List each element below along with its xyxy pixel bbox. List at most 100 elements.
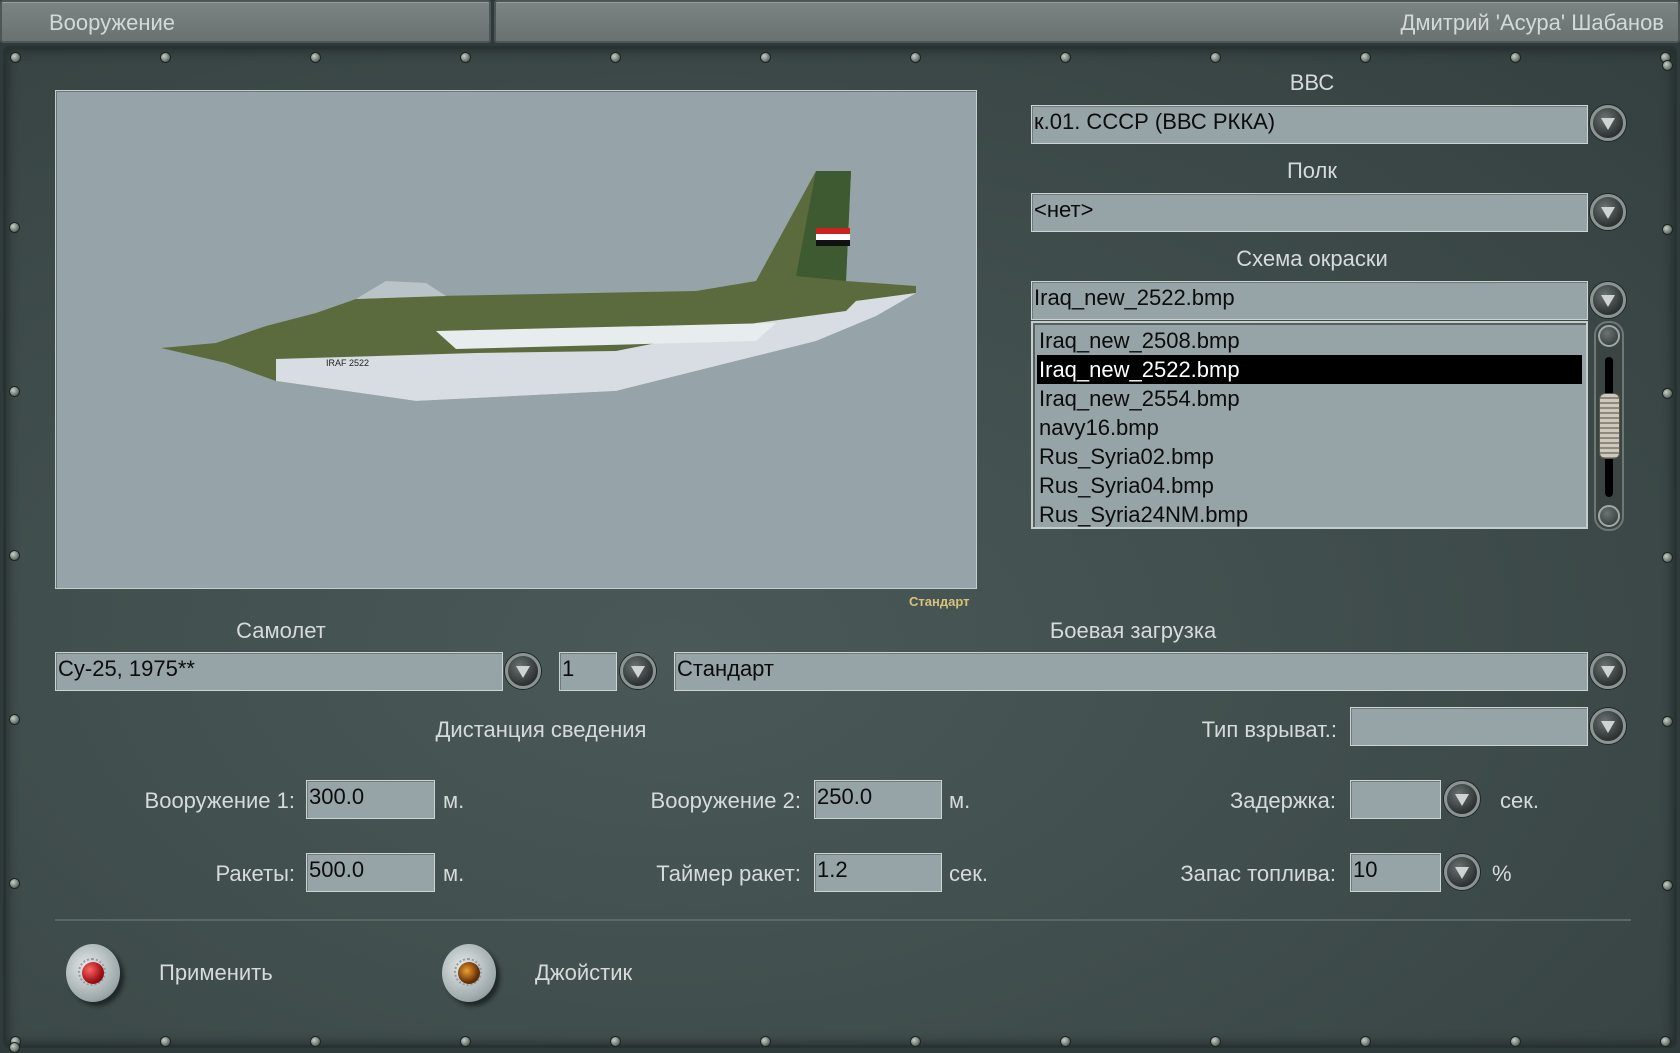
screw-icon [10, 52, 21, 63]
regiment-select[interactable]: <нет> [1031, 193, 1588, 232]
title-tab: Вооружение [0, 0, 491, 43]
regiment-dropdown-button[interactable] [1590, 194, 1626, 230]
scroll-thumb[interactable] [1599, 393, 1620, 459]
screw-icon [310, 52, 321, 63]
screw-icon [910, 1036, 921, 1047]
screw-icon [1662, 880, 1673, 891]
fuel-select[interactable]: 10 [1350, 853, 1441, 892]
user-tab: Дмитрий 'Асура' Шабанов [494, 0, 1680, 43]
screw-icon [1660, 1036, 1671, 1047]
fuel-unit: % [1492, 861, 1512, 886]
skin-list[interactable]: Iraq_new_2508.bmp Iraq_new_2522.bmp Iraq… [1031, 321, 1588, 529]
screw-icon [1662, 60, 1673, 71]
delay-label: Задержка: [1229, 788, 1336, 813]
tail-marking: IRAF 2522 [326, 358, 369, 368]
screw-icon [1662, 388, 1673, 399]
screw-icon [1060, 1036, 1071, 1047]
list-item[interactable]: Rus_Syria04.bmp [1037, 471, 1582, 500]
aircraft-label: Самолет [236, 618, 326, 643]
divider [55, 919, 1631, 921]
screw-icon [1210, 52, 1221, 63]
screw-icon [9, 550, 20, 561]
screw-icon [310, 1036, 321, 1047]
fuze-dropdown-button[interactable] [1590, 708, 1626, 744]
air-force-label: ВВС [1289, 70, 1335, 95]
fuel-dropdown-button[interactable] [1444, 854, 1480, 890]
skin-dropdown-button[interactable] [1590, 282, 1626, 318]
aircraft-count-dropdown-button[interactable] [620, 653, 656, 689]
screw-icon [160, 1036, 171, 1047]
fuel-label: Запас топлива: [1180, 861, 1336, 886]
screw-icon [1662, 552, 1673, 563]
screw-icon [9, 222, 20, 233]
screw-icon [9, 1042, 20, 1053]
screw-icon [9, 386, 20, 397]
aircraft-count-select[interactable]: 1 [559, 652, 617, 691]
screw-icon [460, 1036, 471, 1047]
screw-icon [1210, 1036, 1221, 1047]
weapon1-unit: м. [443, 788, 465, 813]
convergence-label: Дистанция сведения [435, 717, 647, 742]
air-force-select[interactable]: к.01. СССР (ВВС РККА) [1031, 105, 1588, 144]
amber-lamp-icon [458, 962, 480, 984]
rockets-unit: м. [443, 861, 465, 886]
weapon1-input[interactable]: 300.0 [306, 780, 435, 819]
aircraft-dropdown-button[interactable] [505, 653, 541, 689]
regiment-label: Полк [1286, 158, 1338, 183]
air-force-dropdown-button[interactable] [1590, 105, 1626, 141]
weapon2-input[interactable]: 250.0 [814, 780, 942, 819]
joystick-button[interactable] [442, 944, 496, 1002]
list-item-selected[interactable]: Iraq_new_2522.bmp [1037, 355, 1582, 384]
screw-icon [1510, 52, 1521, 63]
screw-icon [910, 52, 921, 63]
fuze-select[interactable] [1350, 707, 1588, 746]
skin-list-scrollbar[interactable] [1594, 321, 1624, 531]
aircraft-image: IRAF 2522 [161, 171, 916, 401]
screw-icon [9, 878, 20, 889]
list-item[interactable]: Iraq_new_2554.bmp [1037, 384, 1582, 413]
delay-unit: сек. [1500, 788, 1539, 813]
rocket-timer-input[interactable]: 1.2 [814, 853, 942, 892]
screw-icon [1662, 716, 1673, 727]
screw-icon [160, 52, 171, 63]
weapon2-label: Вооружение 2: [650, 788, 801, 813]
screw-icon [9, 714, 20, 725]
delay-select[interactable] [1350, 780, 1441, 819]
aircraft-select[interactable]: Су-25, 1975** [55, 652, 503, 691]
apply-label[interactable]: Применить [159, 960, 273, 986]
loadout-label: Боевая загрузка [1049, 618, 1217, 643]
rockets-input[interactable]: 500.0 [306, 853, 435, 892]
delay-dropdown-button[interactable] [1444, 781, 1480, 817]
screw-icon [1360, 52, 1371, 63]
user-name: Дмитрий 'Асура' Шабанов [1400, 10, 1664, 35]
screw-icon [760, 52, 771, 63]
skin-label: Схема окраски [1236, 246, 1388, 271]
weapon1-label: Вооружение 1: [144, 788, 295, 813]
weapon2-unit: м. [949, 788, 971, 813]
red-lamp-icon [82, 962, 104, 984]
list-item[interactable]: Iraq_new_2508.bmp [1037, 326, 1582, 355]
screw-icon [610, 1036, 621, 1047]
loadout-dropdown-button[interactable] [1590, 653, 1626, 689]
scroll-down-button[interactable] [1598, 505, 1620, 527]
preview-caption: Стандарт [909, 594, 970, 609]
apply-button[interactable] [66, 944, 120, 1002]
loadout-select[interactable]: Стандарт [674, 652, 1588, 691]
list-item[interactable]: navy16.bmp [1037, 413, 1582, 442]
screw-icon [1360, 1036, 1371, 1047]
screw-icon [460, 52, 471, 63]
list-item[interactable]: Rus_Syria24NM.bmp [1037, 500, 1582, 529]
screw-icon [1060, 52, 1071, 63]
rocket-timer-label: Таймер ракет: [656, 861, 801, 886]
scroll-up-button[interactable] [1598, 325, 1620, 347]
skin-select[interactable]: Iraq_new_2522.bmp [1031, 281, 1588, 320]
rocket-timer-unit: сек. [949, 861, 988, 886]
screw-icon [610, 52, 621, 63]
screw-icon [760, 1036, 771, 1047]
rockets-label: Ракеты: [215, 861, 295, 886]
page-title: Вооружение [49, 10, 176, 35]
joystick-label: Джойстик [535, 960, 633, 985]
list-item[interactable]: Rus_Syria02.bmp [1037, 442, 1582, 471]
screw-icon [1510, 1036, 1521, 1047]
fuze-label: Тип взрыват.: [1201, 717, 1337, 742]
